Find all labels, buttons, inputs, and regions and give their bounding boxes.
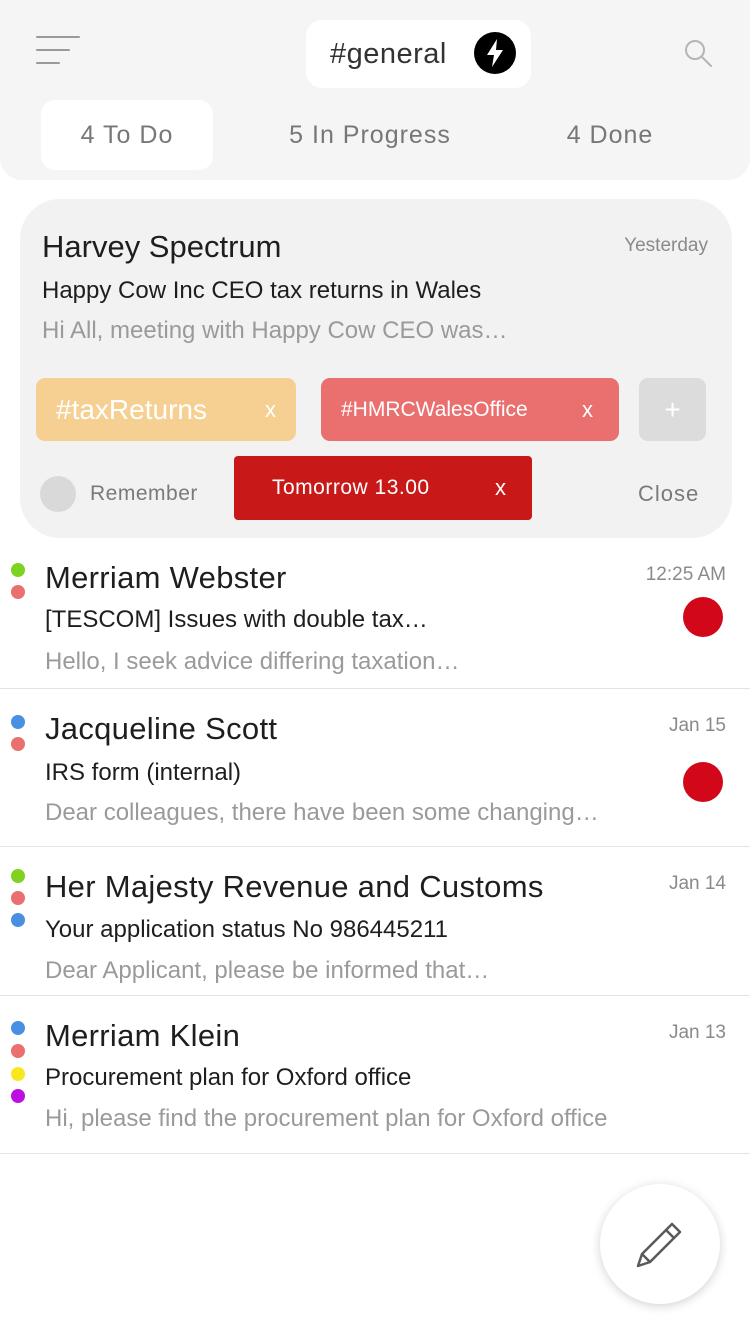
label-dot [11,1089,25,1103]
label-dot [11,1044,25,1058]
remember-checkbox[interactable] [40,476,76,512]
search-icon[interactable] [676,32,720,76]
message-preview: Hello, I seek advice differing taxation… [45,648,460,675]
message-sender: Her Majesty Revenue and Customs [45,869,544,904]
message-time: Jan 15 [668,715,726,736]
list-item[interactable]: Merriam Webster 12:25 AM [TESCOM] Issues… [0,540,750,689]
message-preview: Hi, please find the procurement plan for… [45,1105,608,1132]
add-tag-button[interactable]: + [639,378,706,441]
channel-selector[interactable]: #general [306,20,531,88]
message-preview: Hi All, meeting with Happy Cow CEO was… [42,317,508,344]
message-sender: Harvey Spectrum [42,229,282,264]
divider [0,1153,750,1154]
label-dot [11,1067,25,1081]
hamburger-menu-icon[interactable] [36,36,80,66]
remember-label: Remember [90,482,198,505]
tab-in-progress[interactable]: 5 In Progress [270,100,470,170]
message-subject: Your application status No 986445211 [45,916,448,943]
tag-label: #taxReturns [56,393,207,425]
label-dot [11,585,25,599]
unread-indicator [683,597,723,637]
message-time: 12:25 AM [645,564,726,585]
status-tabs: 4 To Do 5 In Progress 4 Done [0,100,750,170]
label-dot [11,715,25,729]
message-subject: Happy Cow Inc CEO tax returns in Wales [42,277,482,304]
message-subject: Procurement plan for Oxford office [45,1064,412,1091]
remove-tag-button[interactable]: x [582,397,593,423]
label-dot [11,891,25,905]
tab-to-do[interactable]: 4 To Do [41,100,213,170]
label-dot [11,1021,25,1035]
compose-button[interactable] [600,1184,720,1304]
message-sender: Jacqueline Scott [45,711,278,746]
remove-reminder-button[interactable]: x [495,475,506,501]
list-item[interactable]: Jacqueline Scott Jan 15 IRS form (intern… [0,689,750,847]
tab-done[interactable]: 4 Done [540,100,680,170]
reminder-label: Tomorrow 13.00 [272,476,430,499]
message-sender: Merriam Webster [45,560,287,595]
message-sender: Merriam Klein [45,1018,241,1053]
tag-label: #HMRCWalesOffice [341,397,528,421]
list-item[interactable]: Merriam Klein Jan 13 Procurement plan fo… [0,996,750,1154]
label-dot [11,737,25,751]
reminder-chip[interactable]: Tomorrow 13.00 x [234,456,532,520]
message-subject: [TESCOM] Issues with double tax… [45,606,428,633]
message-subject: IRS form (internal) [45,759,242,786]
message-preview: Dear Applicant, please be informed that… [45,957,490,984]
expanded-message-card[interactable]: Harvey Spectrum Yesterday Happy Cow Inc … [20,199,732,538]
unread-indicator [683,762,723,802]
pencil-icon [636,1222,682,1268]
message-preview: Dear colleagues, there have been some ch… [45,799,599,826]
remove-tag-button[interactable]: x [265,397,276,423]
close-button[interactable]: Close [638,481,699,507]
tag-hmrc-wales-office[interactable]: #HMRCWalesOffice x [321,378,619,441]
label-dot [11,869,25,883]
channel-name: #general [330,37,447,70]
message-time: Jan 13 [668,1022,726,1043]
label-dot [11,563,25,577]
header: #general 4 To Do 5 In Progress 4 Done [0,0,750,180]
label-dot [11,913,25,927]
tag-tax-returns[interactable]: #taxReturns x [36,378,296,441]
remember-toggle[interactable]: Remember [40,476,198,512]
message-time: Yesterday [624,235,708,256]
message-time: Jan 14 [668,873,726,894]
list-item[interactable]: Her Majesty Revenue and Customs Jan 14 Y… [0,847,750,996]
lightning-bolt-icon [474,32,516,74]
